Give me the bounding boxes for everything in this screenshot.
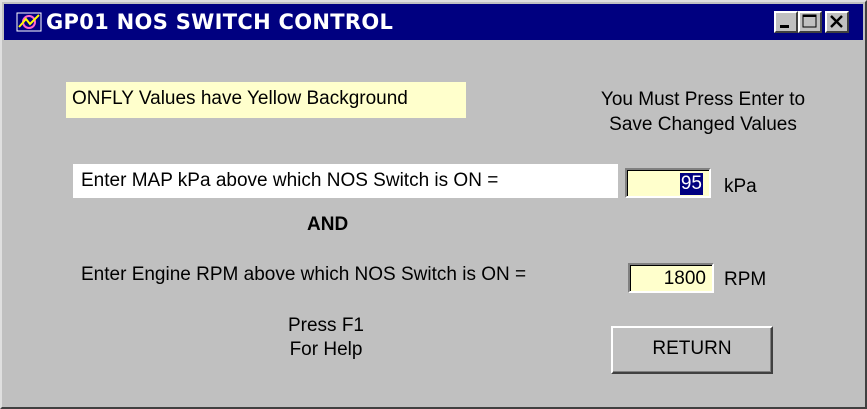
map-unit-label: kPa (724, 176, 757, 197)
help-note: Press F1 For Help (266, 314, 386, 362)
minimize-button[interactable] (774, 11, 798, 33)
rpm-unit-label: RPM (724, 269, 767, 290)
rpm-prompt-text: Enter Engine RPM above which NOS Switch … (81, 264, 527, 285)
maximize-button[interactable] (798, 11, 822, 33)
press-enter-line1: You Must Press Enter to (600, 89, 806, 110)
onfly-legend: ONFLY Values have Yellow Background (66, 82, 466, 118)
title-bar[interactable]: GP01 NOS SWITCH CONTROL (4, 4, 863, 40)
close-button[interactable] (825, 11, 849, 33)
onfly-legend-text: ONFLY Values have Yellow Background (72, 88, 408, 109)
nos-switch-window: GP01 NOS SWITCH CONTROL ONFLY Values hav… (0, 0, 867, 409)
map-kpa-input[interactable]: 95 (625, 168, 711, 198)
engine-rpm-value[interactable]: 1800 (664, 268, 706, 290)
map-prompt-text: Enter MAP kPa above which NOS Switch is … (81, 170, 499, 191)
map-kpa-value[interactable]: 95 (679, 173, 703, 195)
minimize-icon (780, 25, 789, 28)
press-enter-line2: Save Changed Values (609, 114, 797, 135)
help-line2: For Help (289, 339, 363, 360)
engine-rpm-input[interactable]: 1800 (628, 263, 714, 293)
maximize-icon (802, 14, 817, 28)
help-line1: Press F1 (287, 315, 365, 336)
and-label: AND (307, 214, 349, 235)
window-title: GP01 NOS SWITCH CONTROL (46, 10, 394, 34)
gp-app-icon[interactable] (16, 11, 42, 33)
close-icon (830, 15, 843, 28)
return-button[interactable]: RETURN (611, 326, 773, 374)
map-prompt: Enter MAP kPa above which NOS Switch is … (73, 164, 618, 198)
press-enter-note: You Must Press Enter to Save Changed Val… (568, 87, 838, 137)
